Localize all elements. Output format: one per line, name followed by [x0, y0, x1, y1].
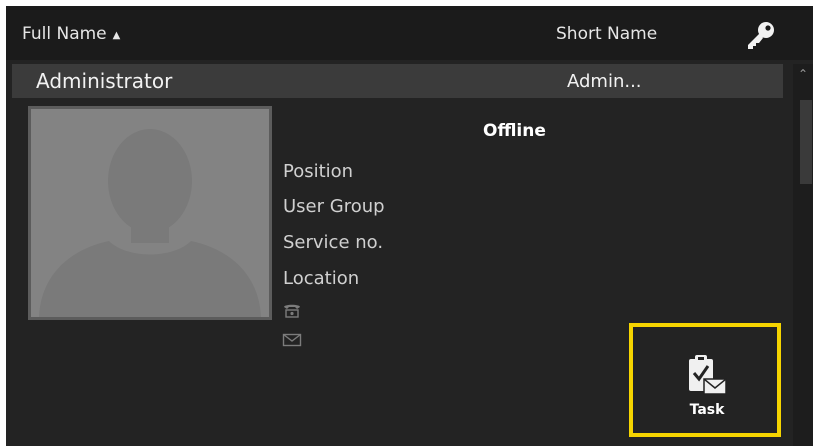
service-no-label: Service no.: [283, 232, 384, 253]
person-silhouette-icon: [31, 109, 269, 317]
task-button-label: Task: [689, 402, 725, 418]
user-status: Offline: [483, 121, 546, 141]
phone-icon: [284, 304, 300, 318]
key-icon[interactable]: [742, 20, 776, 50]
full-name-column-header[interactable]: Full Name ▲: [22, 24, 120, 44]
user-row-selected[interactable]: Administrator Admin...: [12, 64, 783, 98]
full-name-header-label: Full Name: [22, 24, 107, 44]
clipboard-task-icon: [689, 355, 727, 395]
location-label: Location: [283, 268, 360, 289]
mail-icon: [282, 333, 302, 347]
short-name-column-header[interactable]: Short Name: [556, 24, 657, 44]
scrollbar-thumb[interactable]: [800, 100, 812, 184]
position-label: Position: [283, 161, 354, 182]
user-short-name: Admin...: [567, 71, 642, 92]
user-group-label: User Group: [283, 196, 385, 217]
user-full-name: Administrator: [36, 69, 173, 93]
list-header: Full Name ▲ Short Name: [6, 6, 813, 60]
user-list-panel: Full Name ▲ Short Name Administrator Adm…: [6, 6, 813, 446]
user-photo-placeholder: [28, 106, 272, 320]
vertical-scrollbar[interactable]: ⌃: [793, 64, 813, 446]
sort-ascending-icon: ▲: [112, 29, 121, 41]
scroll-up-icon[interactable]: ⌃: [793, 64, 813, 84]
task-button[interactable]: Task: [672, 354, 742, 430]
